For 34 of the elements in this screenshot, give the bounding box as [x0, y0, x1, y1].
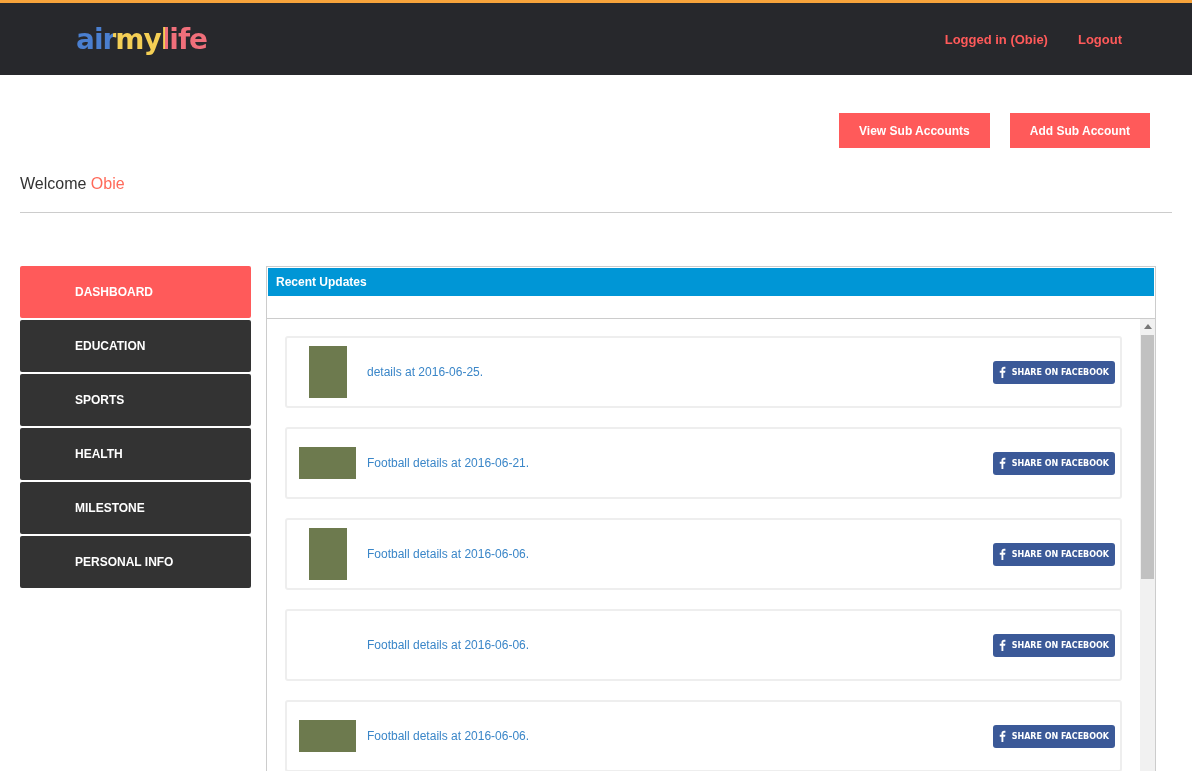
- scrollbar[interactable]: [1140, 319, 1155, 771]
- header-link[interactable]: Logout: [1077, 31, 1122, 47]
- facebook-icon: [998, 548, 1006, 560]
- share-button[interactable]: SHARE ON FACEBOOK: [992, 633, 1115, 657]
- photo-placeholder: [308, 346, 347, 398]
- welcome-text: Welcome Obie: [20, 175, 126, 193]
- action-button[interactable]: View Sub Accounts: [839, 113, 990, 148]
- update-link[interactable]: Football details at 2016-06-06.: [366, 638, 993, 652]
- update-link[interactable]: Football details at 2016-06-06.: [366, 547, 993, 561]
- facebook-icon: [998, 457, 1006, 469]
- scroll-thumb[interactable]: [1141, 335, 1154, 579]
- sidebar-item[interactable]: SPORTS: [20, 374, 251, 426]
- photo-placeholder: [299, 720, 356, 752]
- sidebar-item[interactable]: EDUCATION: [20, 320, 251, 372]
- share-button[interactable]: SHARE ON FACEBOOK: [992, 542, 1115, 566]
- update-link[interactable]: Football details at 2016-06-06.: [366, 729, 993, 743]
- sidebar-item[interactable]: DASHBOARD: [20, 266, 251, 318]
- share-button[interactable]: SHARE ON FACEBOOK: [992, 724, 1115, 748]
- photo-placeholder: [308, 528, 347, 580]
- photo-placeholder: [299, 447, 356, 479]
- header-link[interactable]: Logged in (Obie): [944, 31, 1048, 47]
- share-button[interactable]: SHARE ON FACEBOOK: [992, 360, 1115, 384]
- update-link[interactable]: Football details at 2016-06-21.: [366, 456, 993, 470]
- facebook-icon: [998, 639, 1006, 651]
- sidebar-item[interactable]: HEALTH: [20, 428, 251, 480]
- share-button[interactable]: SHARE ON FACEBOOK: [992, 451, 1115, 475]
- panel-title: Recent Updates: [268, 268, 1154, 296]
- update-link[interactable]: details at 2016-06-25.: [366, 365, 993, 379]
- facebook-icon: [998, 730, 1006, 742]
- facebook-icon: [998, 366, 1006, 378]
- sidebar-item[interactable]: MILESTONE: [20, 482, 251, 534]
- scroll-up-icon[interactable]: [1143, 324, 1152, 329]
- action-button[interactable]: Add Sub Account: [1009, 113, 1150, 148]
- sidebar-item[interactable]: PERSONAL INFO: [20, 536, 251, 588]
